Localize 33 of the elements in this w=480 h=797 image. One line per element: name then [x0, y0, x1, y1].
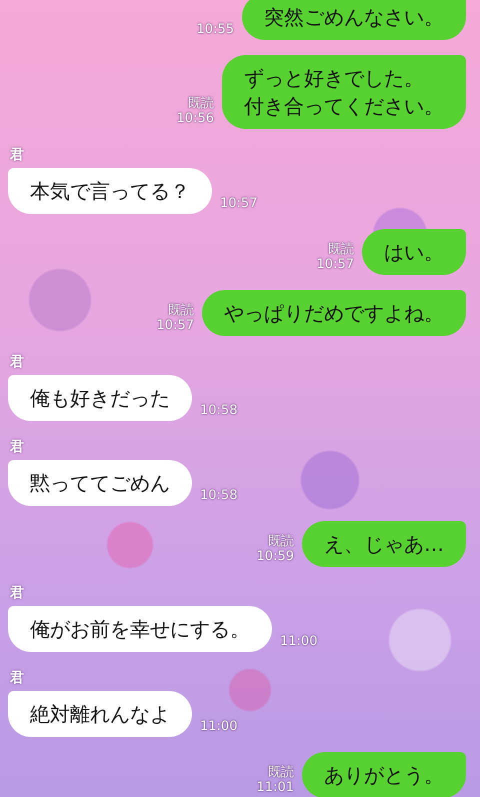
message-time: 10:55 — [196, 22, 234, 38]
message-time: 10:57 — [220, 196, 258, 212]
message-text: やっぱりだめですよね。 — [224, 300, 444, 327]
received-message-bubble: 俺も好きだった — [8, 375, 192, 421]
received-message-bubble: 絶対離れんなよ — [8, 691, 192, 737]
sender-name: 君 — [8, 438, 24, 456]
read-receipt: 既読 — [268, 534, 294, 550]
read-receipt: 既読 — [188, 96, 214, 112]
received-message-bubble: 本気で言ってる？ — [8, 168, 212, 214]
message-time: 11:00 — [200, 719, 238, 735]
sender-name: 君 — [8, 146, 24, 164]
message-text: え、じゃあ… — [324, 531, 444, 558]
message-text: はい。 — [384, 239, 444, 266]
message-time: 11:01 — [256, 780, 294, 796]
message-time: 10:56 — [176, 111, 214, 127]
message-time: 10:58 — [200, 403, 238, 419]
read-receipt: 既読 — [268, 764, 294, 780]
received-message-bubble: 黙っててごめん — [8, 460, 192, 506]
read-receipt: 既読 — [328, 242, 354, 258]
sender-name: 君 — [8, 669, 24, 687]
message-text: 付き合ってください。 — [244, 93, 444, 120]
message-time: 11:00 — [280, 634, 318, 650]
message-text: ずっと好きでした。 — [244, 65, 425, 92]
sender-name: 君 — [8, 584, 24, 602]
message-time: 10:58 — [200, 488, 238, 504]
message-time: 10:59 — [256, 549, 294, 565]
message-text: ありがとう。 — [324, 762, 444, 789]
sender-name: 君 — [8, 353, 24, 371]
message-time: 10:57 — [156, 318, 194, 334]
read-receipt: 既読 — [168, 302, 194, 318]
received-message-bubble: 俺がお前を幸せにする。 — [8, 606, 272, 652]
message-text: 突然ごめんなさい。 — [264, 4, 444, 31]
message-time: 10:57 — [316, 257, 354, 273]
